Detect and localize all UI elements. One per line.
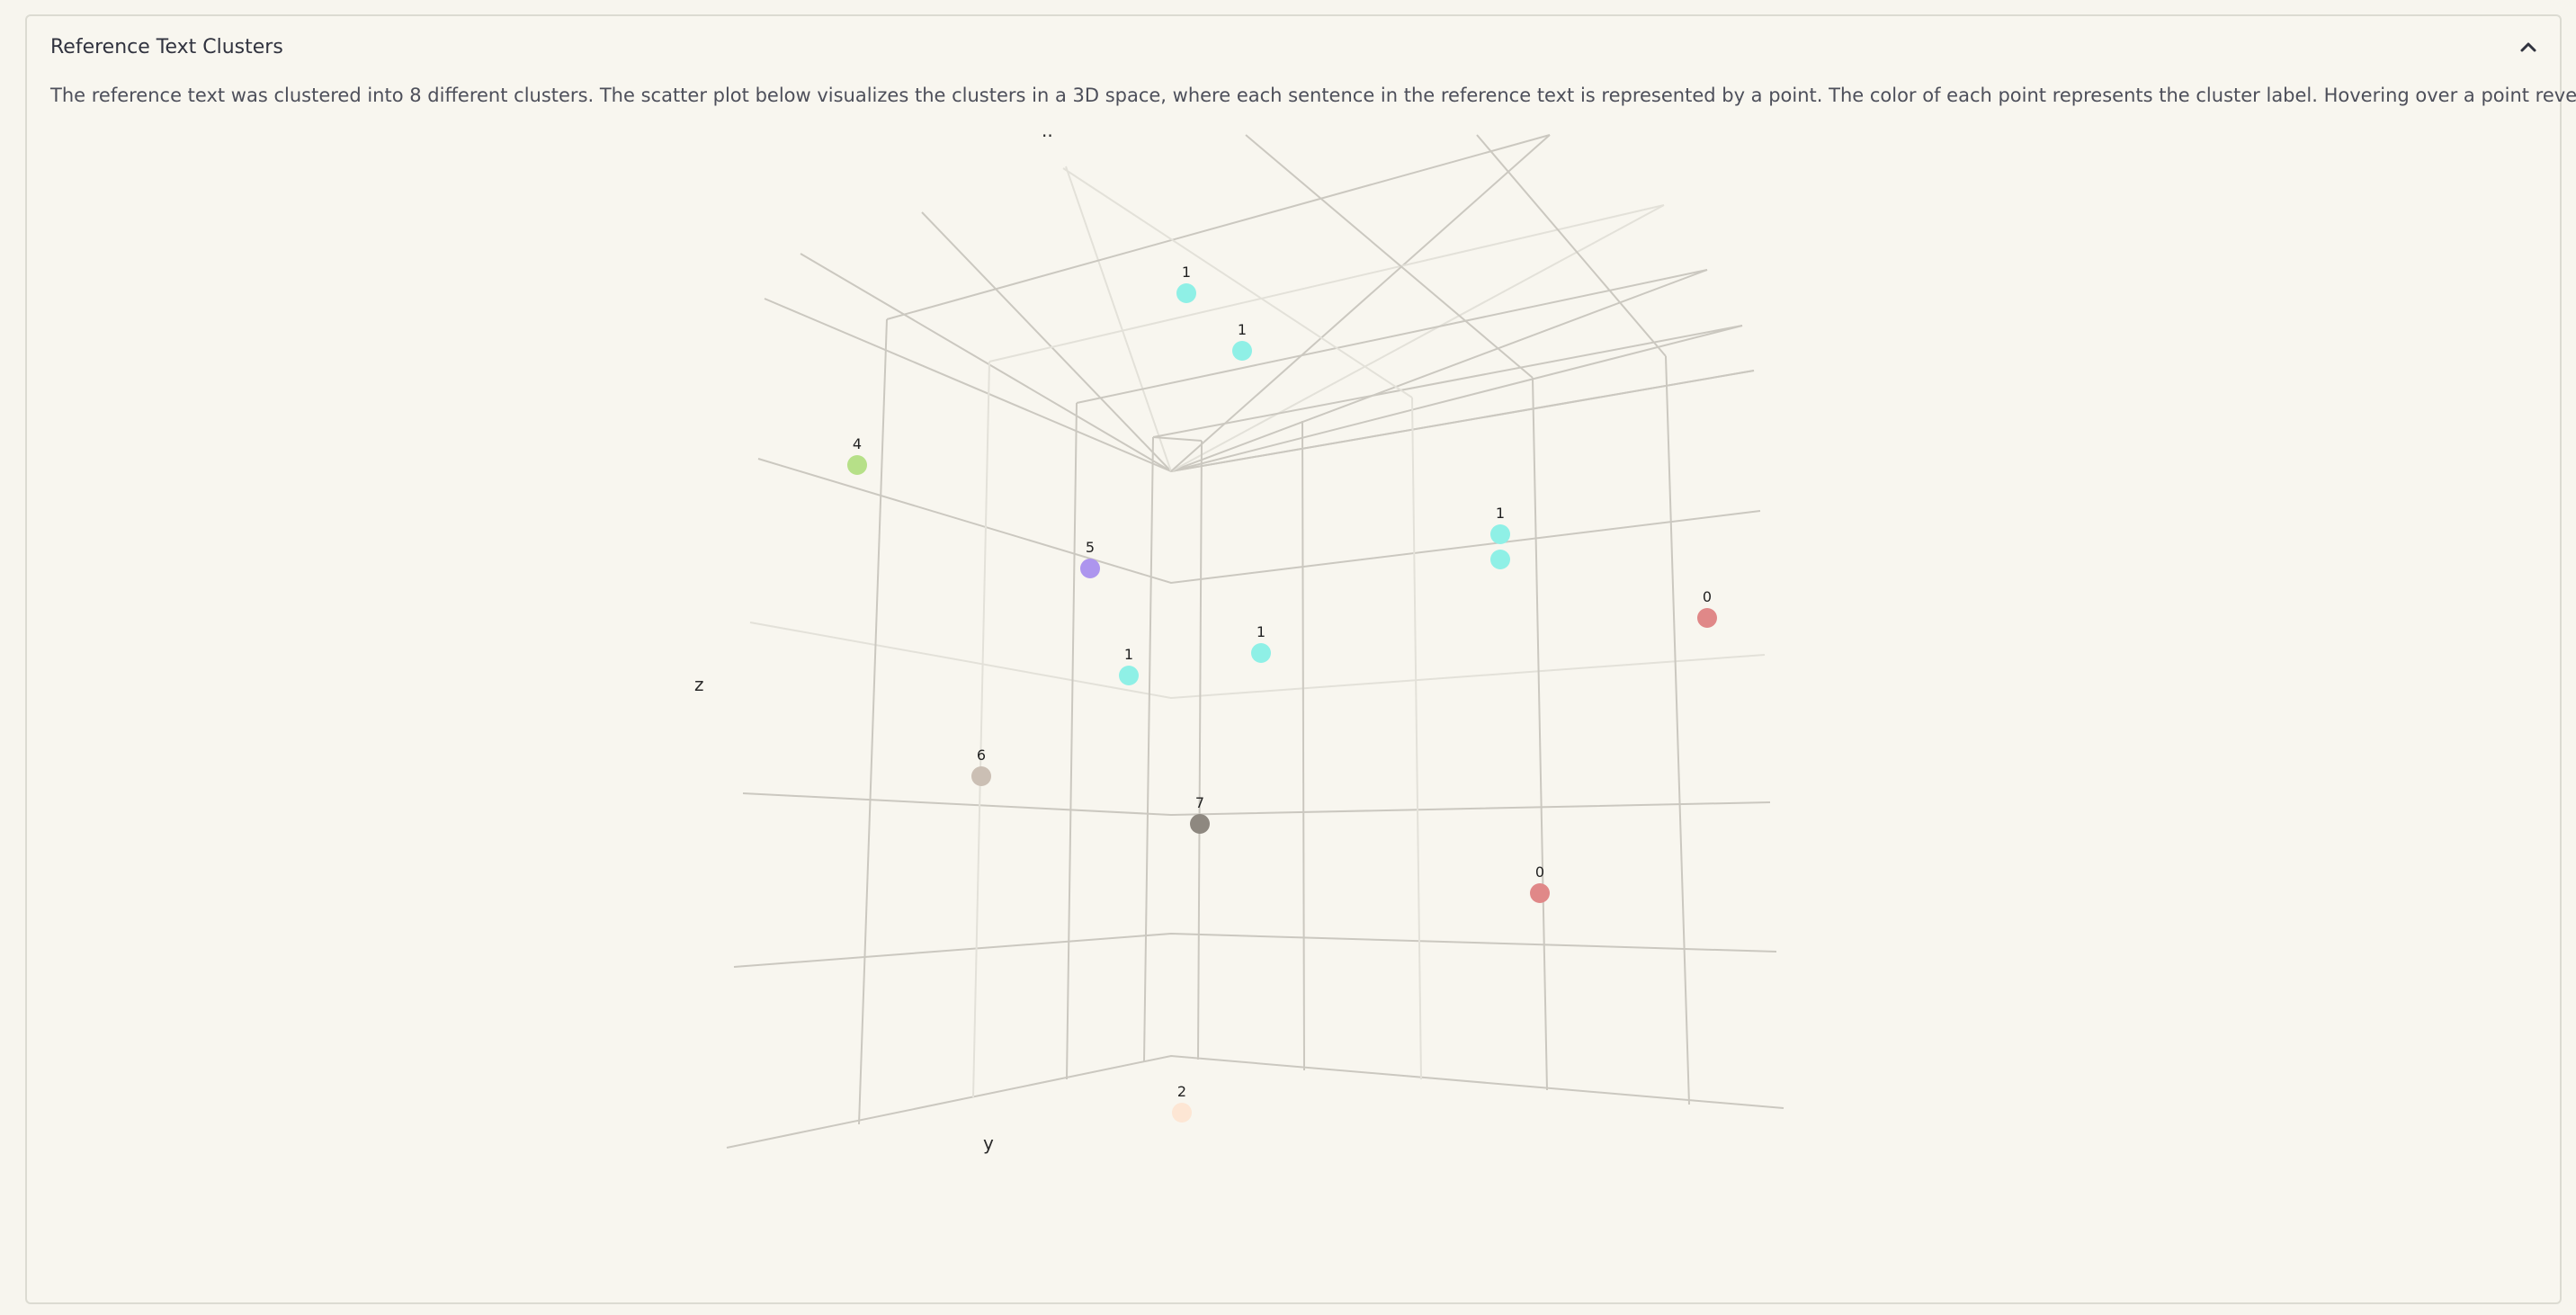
- grid-line: [1532, 377, 1548, 1091]
- point-label: 1: [1124, 646, 1133, 663]
- scatter-point-cluster-7[interactable]: [1190, 814, 1210, 834]
- point-label: 1: [1238, 321, 1247, 338]
- grid-line: [1301, 420, 1305, 1071]
- cluster-scatter-3d-plot[interactable]: .. y z 1 1 4 5 1 0 1 1 6 7 0 2: [0, 0, 2576, 1315]
- point-label: 2: [1177, 1083, 1186, 1100]
- scatter-points: 1 1 4 5 1 0 1 1 6 7 0 2: [847, 264, 1717, 1123]
- x-axis-label: ..: [1042, 120, 1053, 141]
- plot-grid: [726, 134, 1784, 1149]
- grid-line: [858, 318, 888, 1125]
- grid-line: [726, 1054, 1784, 1149]
- point-label: 1: [1257, 623, 1266, 640]
- point-label: 0: [1703, 588, 1712, 605]
- point-label: 0: [1535, 863, 1544, 881]
- scatter-point-cluster-1[interactable]: [1232, 341, 1252, 361]
- grid-line: [988, 204, 1665, 362]
- grid-line: [1143, 436, 1154, 1062]
- grid-line: [886, 134, 1551, 320]
- grid-line: [972, 361, 990, 1098]
- grid-line: [1170, 134, 1551, 472]
- grid-line: [1065, 165, 1172, 472]
- point-label: 4: [853, 435, 862, 452]
- grid-line: [1062, 167, 1413, 398]
- grid-line: [1170, 325, 1743, 472]
- point-label: 7: [1195, 794, 1204, 811]
- scatter-point-cluster-1[interactable]: [1251, 643, 1271, 663]
- point-label: 1: [1496, 505, 1505, 522]
- scatter-point-cluster-1[interactable]: [1176, 283, 1196, 303]
- grid-line: [757, 458, 1761, 585]
- scatter-point-cluster-1[interactable]: [1490, 524, 1510, 544]
- grid-line: [733, 932, 1777, 968]
- grid-line: [1665, 355, 1690, 1105]
- grid-line: [1476, 134, 1667, 357]
- scatter-point-cluster-0[interactable]: [1530, 883, 1550, 903]
- scatter-point-cluster-0[interactable]: [1697, 608, 1717, 628]
- scatter-point-cluster-1[interactable]: [1119, 666, 1139, 685]
- scatter-point-cluster-2[interactable]: [1172, 1103, 1192, 1123]
- grid-line: [1411, 397, 1422, 1080]
- grid-line: [1066, 402, 1078, 1080]
- grid-line: [764, 298, 1755, 473]
- scatter-point-cluster-4[interactable]: [847, 455, 867, 475]
- y-axis-label: y: [983, 1132, 994, 1154]
- scatter-point-cluster-1[interactable]: [1490, 550, 1510, 569]
- grid-line: [1197, 440, 1203, 1060]
- grid-line: [1245, 134, 1534, 379]
- point-label: 6: [977, 747, 986, 764]
- grid-line: [742, 792, 1771, 817]
- point-label: 5: [1086, 539, 1095, 556]
- point-label: 1: [1182, 264, 1191, 281]
- scatter-point-cluster-5[interactable]: [1080, 559, 1100, 578]
- z-axis-label: z: [694, 674, 704, 695]
- scatter-point-cluster-6[interactable]: [971, 766, 991, 786]
- grid-line: [1076, 269, 1708, 404]
- grid-line: [1170, 204, 1665, 472]
